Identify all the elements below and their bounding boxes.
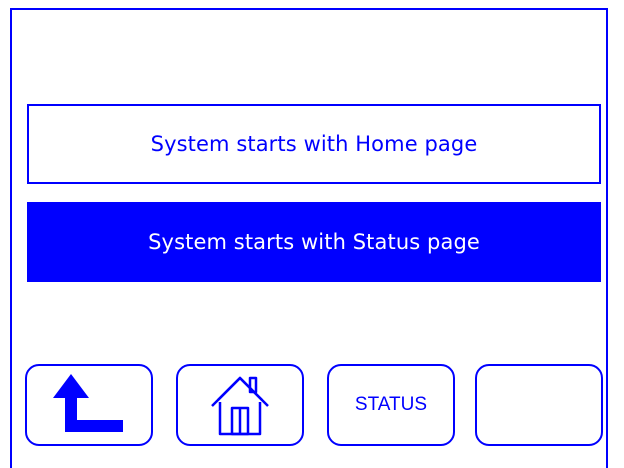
status-button-label: STATUS (354, 394, 428, 415)
return-arrow-icon (41, 372, 137, 438)
status-button[interactable]: STATUS (327, 364, 455, 446)
start-status-page-label: System starts with Status page (148, 230, 480, 254)
house-icon (208, 372, 272, 438)
start-home-page-option[interactable]: System starts with Home page (27, 104, 601, 184)
back-button[interactable] (25, 364, 153, 446)
start-status-page-option[interactable]: System starts with Status page (27, 202, 601, 282)
home-button[interactable] (176, 364, 304, 446)
start-home-page-label: System starts with Home page (150, 132, 478, 156)
blank-button[interactable] (475, 364, 603, 446)
